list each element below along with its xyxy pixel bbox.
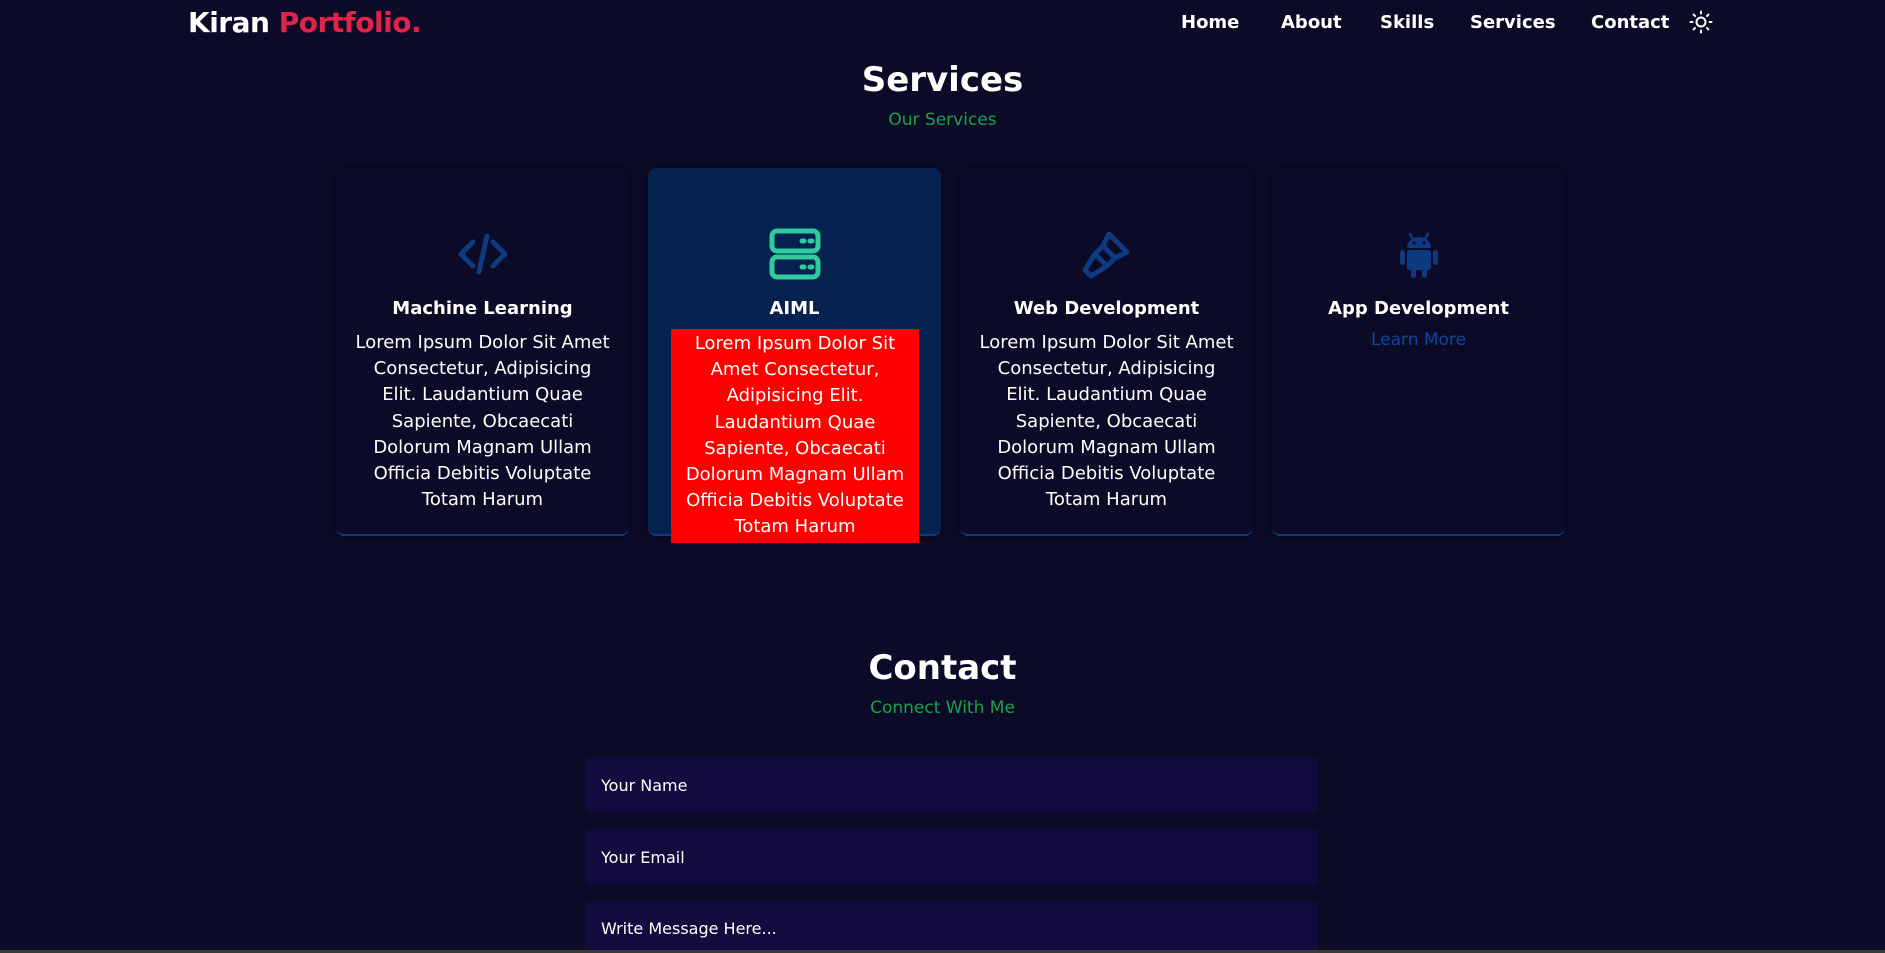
nav-link-skills[interactable]: Skills (1380, 12, 1434, 33)
portfolio-page: Kiran Portfolio. Home About Skills Servi… (0, 0, 1885, 953)
paint-brush-icon (1081, 228, 1133, 280)
nav-link-contact[interactable]: Contact (1591, 12, 1669, 33)
nav-link-about[interactable]: About (1281, 12, 1342, 33)
logo-first: Kiran (188, 6, 270, 39)
service-card-text: Lorem Ipsum Dolor Sit Amet Consectetur, … (671, 329, 919, 543)
services-subtitle: Our Services (888, 110, 997, 130)
service-card-text: Lorem Ipsum Dolor Sit Amet Consectetur, … (979, 332, 1234, 511)
service-card-app-development[interactable]: App Development Learn More (1272, 168, 1565, 536)
service-card-web-development[interactable]: Web Development Lorem Ipsum Dolor Sit Am… (960, 168, 1253, 536)
services-title: Services (861, 60, 1024, 100)
service-card-text: Lorem Ipsum Dolor Sit Amet Consectetur, … (355, 332, 610, 511)
server-icon (769, 228, 821, 280)
email-field[interactable] (585, 829, 1318, 885)
contact-subtitle: Connect With Me (870, 698, 1015, 718)
logo-accent: Portfolio. (278, 6, 422, 39)
sun-icon[interactable] (1689, 10, 1713, 34)
nav-link-home[interactable]: Home (1181, 12, 1239, 33)
service-card-title: AIML (769, 298, 820, 319)
navbar: Kiran Portfolio. Home About Skills Servi… (0, 0, 1885, 48)
code-icon (457, 228, 509, 280)
nav-link-services[interactable]: Services (1470, 12, 1556, 33)
service-card-aiml[interactable]: AIML Lorem Ipsum Dolor Sit Amet Consecte… (648, 168, 941, 543)
message-field[interactable] (585, 901, 1318, 953)
service-card-machine-learning[interactable]: Machine Learning Lorem Ipsum Dolor Sit A… (336, 168, 629, 536)
name-field[interactable] (585, 757, 1318, 813)
logo[interactable]: Kiran Portfolio. (188, 6, 422, 39)
learn-more-link[interactable]: Learn More (1272, 330, 1565, 350)
service-card-title: App Development (1328, 298, 1509, 319)
service-card-title: Machine Learning (392, 298, 573, 319)
service-card-title: Web Development (1013, 298, 1200, 319)
contact-title: Contact (868, 648, 1017, 688)
android-icon (1393, 228, 1445, 280)
